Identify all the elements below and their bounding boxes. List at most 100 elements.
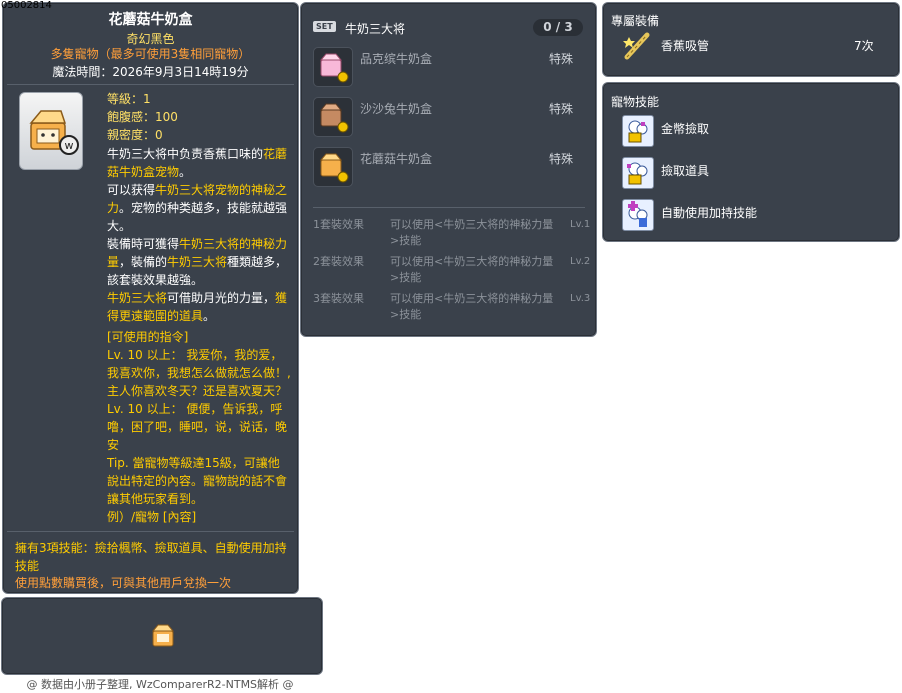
item-name: 花蘑菇牛奶盒 xyxy=(108,12,193,28)
stat-closeness: 親密度：0 xyxy=(107,128,163,142)
set-item-icon-frame xyxy=(313,47,353,87)
pickup-meso-icon xyxy=(622,115,654,147)
description-line: 力。宠物的种类越多，技能就越强 xyxy=(107,199,291,217)
pet-preview-panel xyxy=(1,597,323,675)
description-segment: 花蘑 xyxy=(263,147,288,161)
skill-name: 撿取道具 xyxy=(661,164,710,178)
description-segment: 可借助月光的力量， xyxy=(167,291,276,305)
equip-item-name: 香蕉吸管 xyxy=(661,39,710,53)
set-effect-label: 1套裝效果 xyxy=(313,218,364,231)
description-segment: ，裝備的 xyxy=(119,255,168,269)
set-effect-level: Lv.1 xyxy=(570,219,591,230)
description-segment: 牛奶三大将 xyxy=(107,291,168,305)
set-item-row[interactable]: 沙沙兔牛奶盒 特殊 xyxy=(313,97,585,137)
set-item-icon-frame xyxy=(313,147,353,187)
command-line: Tip. 當寵物等級達15級，可讓他 xyxy=(107,456,280,470)
description-segment: 該套裝效果越強。 xyxy=(107,273,204,287)
set-effect-label: 3套裝效果 xyxy=(313,292,364,305)
set-count: 0 / 3 xyxy=(533,19,583,36)
set-item-name: 花蘑菇牛奶盒 xyxy=(360,152,433,166)
description-segment: 種類越多， xyxy=(227,255,288,269)
description-line: 得更遠範圍的道具。 xyxy=(107,307,291,325)
item-expire: 魔法時間：2026年9月3日14時19分 xyxy=(52,65,249,79)
command-line: Lv. 10 以上： 我爱你，我的爱， xyxy=(107,348,283,362)
description-line: 菇牛奶盒宠物。 xyxy=(107,163,291,181)
description-line: 量，裝備的牛奶三大将種類越多， xyxy=(107,253,291,271)
description-line: 牛奶三大将中负责香蕉口味的花蘑 xyxy=(107,145,291,163)
description-segment: 獲 xyxy=(275,291,288,305)
command-line: 讓其他玩家看到。 xyxy=(107,492,204,506)
description-segment: 。 xyxy=(203,309,216,323)
set-effect-row: 3套裝效果 可以使用<牛奶三大将的神秘力量 Lv.3 >技能 xyxy=(313,291,597,325)
divider xyxy=(313,207,585,208)
item-description: 牛奶三大将中负责香蕉口味的花蘑 菇牛奶盒宠物。 可以获得牛奶三大将宠物的神秘之 力。宠… xyxy=(107,145,291,325)
exclusive-equip-panel: 專屬裝備 香蕉吸管 7次 xyxy=(602,2,900,77)
set-item-row[interactable]: 品克缤牛奶盒 特殊 xyxy=(313,47,585,87)
set-effect-text: 可以使用<牛奶三大将的神秘力量 xyxy=(390,255,554,268)
skill-name: 自動使用加持技能 xyxy=(661,206,758,220)
pink-milk-box-icon xyxy=(319,53,349,83)
skills-note-line: 擁有3項技能：撿拾楓幣、撿取道具、自動使用加持 xyxy=(15,541,287,555)
command-line: [可使用的指令] xyxy=(107,330,189,344)
set-effect-text: >技能 xyxy=(390,271,422,284)
set-effect-label: 2套裝效果 xyxy=(313,255,364,268)
pet-commands: [可使用的指令] Lv. 10 以上： 我爱你，我的爱， 我喜欢你，我想怎么做就怎么… xyxy=(107,328,291,526)
pet-skills-panel: 寵物技能 金幣撿取 撿取道具 自動使用加持技能 xyxy=(602,82,900,242)
description-segment: 菇牛奶盒宠物 xyxy=(107,165,180,179)
description-segment: 可以获得 xyxy=(107,183,156,197)
set-item-tag: 特殊 xyxy=(548,102,573,116)
description-segment: 。 xyxy=(179,165,192,179)
divider xyxy=(7,531,294,532)
description-segment: 牛奶三大将中负责香蕉口味的 xyxy=(107,147,264,161)
command-line: 例）/寵物 [內容] xyxy=(107,510,197,524)
set-effect-level: Lv.3 xyxy=(570,293,591,304)
set-effect-text: >技能 xyxy=(390,234,422,247)
description-segment: 大。 xyxy=(107,219,132,233)
command-line: 主人你喜欢冬天？还是喜欢夏天？ xyxy=(107,384,288,398)
description-segment: 得更遠範圍的道具 xyxy=(107,309,204,323)
set-panel: SET 牛奶三大将 0 / 3 品克缤牛奶盒 特殊 沙沙兔牛奶盒 特殊 花蘑菇牛… xyxy=(300,2,597,337)
skill-name: 金幣撿取 xyxy=(661,122,710,136)
auto-buff-icon xyxy=(622,199,654,231)
command-line: 噜，困了吧，睡吧，说，说话，晚 xyxy=(107,420,288,434)
item-icon-frame: w xyxy=(19,92,83,170)
trade-note: 使用點數購買後，可與其他用戶兌換一次 xyxy=(15,576,232,590)
milk-box-sprite-icon xyxy=(151,624,175,647)
set-name: 牛奶三大将 xyxy=(345,22,406,36)
brown-milk-box-icon xyxy=(319,103,349,133)
description-segment: 。宠物的种类越多，技能就越强 xyxy=(119,201,288,215)
description-segment: 量 xyxy=(107,255,120,269)
equip-count: 7次 xyxy=(854,39,874,53)
description-line: 可以获得牛奶三大将宠物的神秘之 xyxy=(107,181,291,199)
set-item-name: 沙沙兔牛奶盒 xyxy=(360,102,433,116)
description-segment: 牛奶三大将宠物的神秘之 xyxy=(155,183,288,197)
set-effect-row: 2套裝效果 可以使用<牛奶三大将的神秘力量 Lv.2 >技能 xyxy=(313,254,597,288)
command-line: 說出特定的內容。寵物說的話不會 xyxy=(107,474,288,488)
command-line: 我喜欢你，我想怎么做就怎么做！, xyxy=(107,366,291,380)
command-line: 安 xyxy=(107,438,120,452)
svg-text:w: w xyxy=(65,139,74,152)
description-line: 裝備時可獲得牛奶三大将的神秘力 xyxy=(107,235,291,253)
description-line: 牛奶三大将可借助月光的力量，獲 xyxy=(107,289,291,307)
pickup-item-icon xyxy=(622,157,654,189)
milk-box-icon: w xyxy=(29,110,79,155)
footer-credit: @ 数据由小册子整理, WzComparerR2-NTMS解析 @ xyxy=(26,678,294,691)
item-tooltip-panel: 花蘑菇牛奶盒 奇幻黑色 多隻寵物（最多可使用3隻相同寵物） 魔法時間：2026年… xyxy=(2,2,299,594)
yellow-milk-box-icon xyxy=(319,153,349,183)
set-effect-level: Lv.2 xyxy=(570,256,591,267)
command-line: Lv. 10 以上： 便便，告诉我，呼 xyxy=(107,402,283,416)
description-segment: 裝備時可獲得 xyxy=(107,237,180,251)
set-item-name: 品克缤牛奶盒 xyxy=(360,52,433,66)
set-badge: SET xyxy=(313,21,336,32)
set-item-row[interactable]: 花蘑菇牛奶盒 特殊 xyxy=(313,147,585,187)
stat-fullness: 飽腹感：100 xyxy=(107,110,178,124)
description-segment: 牛奶三大将 xyxy=(167,255,228,269)
set-item-tag: 特殊 xyxy=(548,52,573,66)
description-segment: 牛奶三大将的神秘力 xyxy=(179,237,288,251)
set-item-tag: 特殊 xyxy=(548,152,573,166)
set-effect-text: 可以使用<牛奶三大将的神秘力量 xyxy=(390,292,554,305)
banana-straw-icon xyxy=(623,32,650,60)
item-limit: 多隻寵物（最多可使用3隻相同寵物） xyxy=(50,47,251,61)
set-effect-row: 1套裝效果 可以使用<牛奶三大将的神秘力量 Lv.1 >技能 xyxy=(313,217,597,251)
equip-title: 專屬裝備 xyxy=(611,14,660,28)
